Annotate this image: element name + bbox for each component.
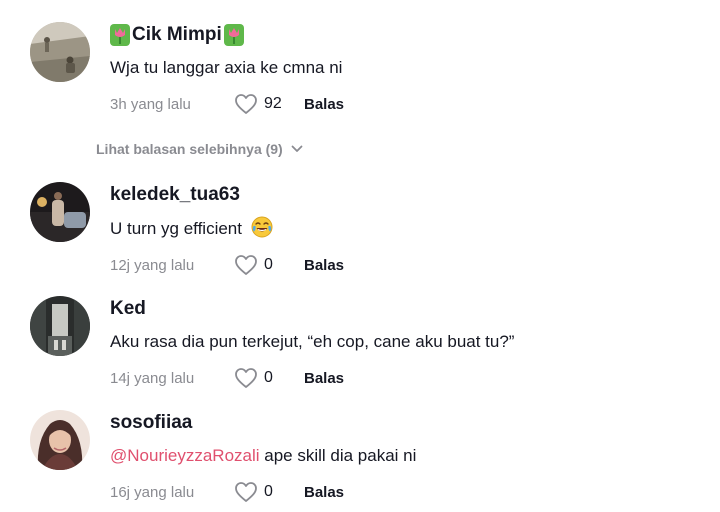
comment-text: Aku rasa dia pun terkejut, “eh cop, cane… [110,332,515,351]
comment-text-row: U turn yg efficient [110,216,710,241]
heart-outline-icon [235,94,257,114]
like-button[interactable]: 0 [234,481,304,503]
like-button[interactable]: 0 [234,367,304,389]
avatar[interactable] [30,410,90,470]
timestamp: 12j yang lalu [110,256,195,274]
like-count: 0 [264,256,273,273]
comment-text: Wja tu langgar axia ke cmna ni [110,58,343,77]
comment-item: Cik Mimpi Wja tu langgar axia ke cmna ni… [30,22,710,122]
reply-button[interactable]: Balas [304,96,344,113]
avatar[interactable] [30,22,90,82]
view-more-replies-button[interactable]: Lihat balasan selebihnya (9) [96,139,303,159]
username-text: sosofiiaa [110,412,193,433]
comment-item: sosofiiaa @NourieyzzaRozali ape skill di… [30,410,710,510]
chevron-down-icon [291,145,303,152]
face-with-tears-of-joy-icon [251,216,273,238]
tulip-icon [223,24,244,46]
comment-meta: 12j yang lalu 0 Balas [110,253,710,277]
avatar[interactable] [30,296,90,356]
timestamp: 14j yang lalu [110,369,195,387]
heart-outline-icon [235,368,257,388]
username[interactable]: Cik Mimpi [110,22,710,48]
like-count: 0 [264,483,273,500]
comment-text: U turn yg efficient [110,219,242,238]
heart-outline-icon [235,255,257,275]
username-text: Ked [110,298,146,319]
comment-meta: 3h yang lalu 92 Balas [110,92,710,116]
comment-item: Ked Aku rasa dia pun terkejut, “eh cop, … [30,296,710,396]
like-count: 0 [264,369,273,386]
reply-button[interactable]: Balas [304,484,344,501]
comment-item: keledek_tua63 U turn yg efficient 12j ya… [30,182,710,282]
comment-text-row: @NourieyzzaRozali ape skill dia pakai ni [110,444,710,468]
reply-button[interactable]: Balas [304,257,344,274]
like-count: 92 [264,95,282,112]
comment-meta: 16j yang lalu 0 Balas [110,480,710,504]
username[interactable]: Ked [110,296,710,322]
view-more-replies-label: Lihat balasan selebihnya (9) [96,141,283,157]
username-text: Cik Mimpi [132,24,222,45]
mention-link[interactable]: @NourieyzzaRozali [110,446,260,465]
like-button[interactable]: 0 [234,254,304,276]
heart-outline-icon [235,482,257,502]
username[interactable]: sosofiiaa [110,410,710,436]
timestamp: 16j yang lalu [110,483,195,501]
timestamp: 3h yang lalu [110,95,191,113]
username-text: keledek_tua63 [110,184,240,205]
comment-text: ape skill dia pakai ni [259,446,417,465]
reply-button[interactable]: Balas [304,370,344,387]
tulip-icon [110,24,130,46]
avatar[interactable] [30,182,90,242]
username[interactable]: keledek_tua63 [110,182,710,208]
like-button[interactable]: 92 [234,93,304,115]
comment-meta: 14j yang lalu 0 Balas [110,366,710,390]
